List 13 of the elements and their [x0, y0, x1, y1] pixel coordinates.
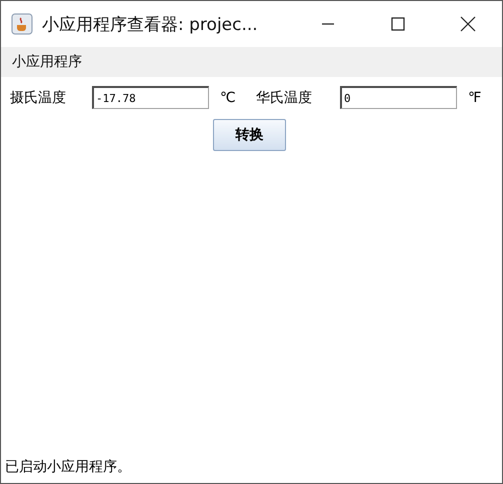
unit-label: ℃	[220, 90, 237, 106]
window-title: 小应用程序查看器: projec...	[42, 14, 258, 36]
unit-label: ℉	[468, 90, 482, 106]
field-label: 华氏温度	[256, 88, 313, 106]
status-text: 已启动小应用程序。	[4, 458, 132, 477]
coffee-cup-icon	[11, 13, 33, 35]
field-label: 摄氏温度	[10, 88, 67, 106]
input-field[interactable]: -17.78	[92, 86, 209, 109]
menu-item[interactable]: 小应用程序	[12, 53, 82, 71]
convert-button[interactable]: 转换	[213, 119, 286, 151]
input-field[interactable]: 0	[340, 86, 457, 109]
close-icon	[460, 16, 476, 32]
maximize-icon	[391, 17, 405, 31]
